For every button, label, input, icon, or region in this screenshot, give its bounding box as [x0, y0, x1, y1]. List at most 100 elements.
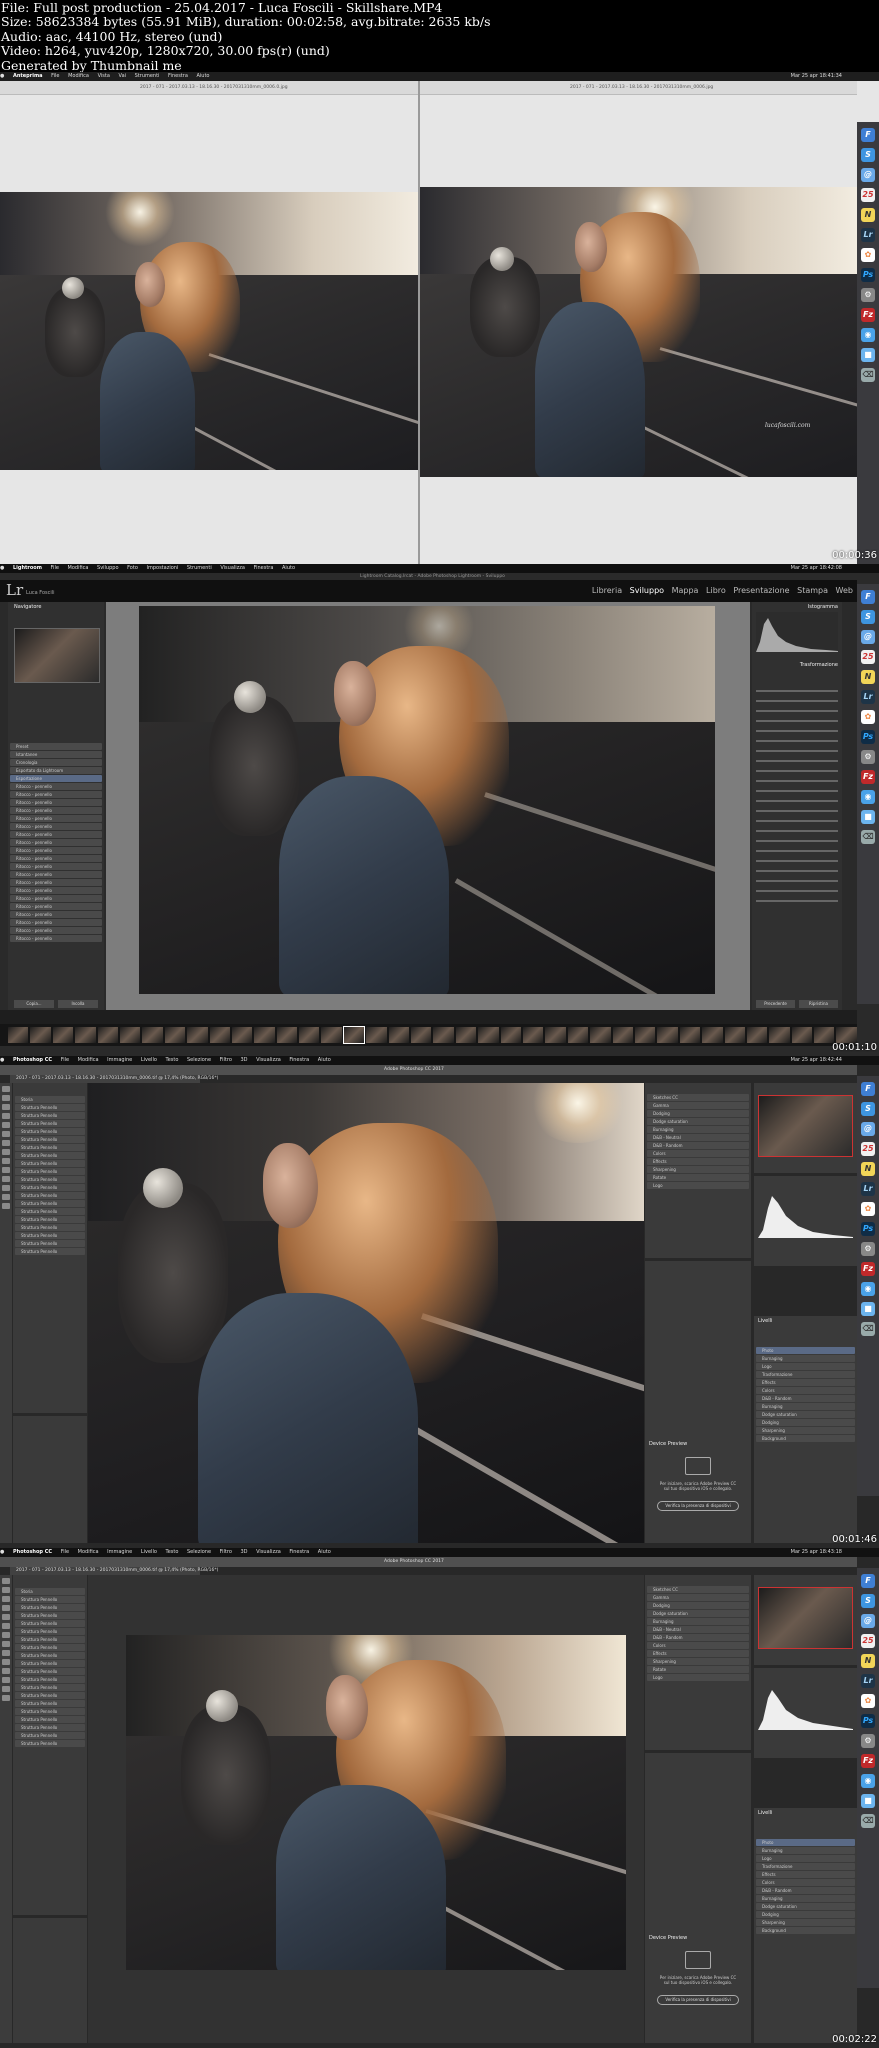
- layer-row[interactable]: Sharpening: [756, 1427, 855, 1434]
- layer-row[interactable]: Effects: [756, 1871, 855, 1878]
- history-step[interactable]: Struttura Pennello: [15, 1168, 85, 1175]
- slider-track[interactable]: [756, 810, 838, 812]
- pen-tool-icon[interactable]: [2, 1668, 10, 1674]
- slider-track[interactable]: [756, 770, 838, 772]
- filmstrip-thumbnail[interactable]: [187, 1027, 208, 1043]
- filmstrip-thumbnail[interactable]: [276, 1027, 298, 1043]
- copy-button[interactable]: Copia...: [14, 1000, 54, 1008]
- slider-track[interactable]: [756, 820, 838, 822]
- previous-button[interactable]: Precedente: [756, 1000, 795, 1008]
- history-step[interactable]: Ritocco - pennello: [10, 783, 102, 790]
- move-tool-icon[interactable]: [2, 1578, 10, 1584]
- settings-icon[interactable]: ⚙: [861, 1734, 875, 1748]
- module-web[interactable]: Web: [836, 586, 853, 595]
- apple-icon[interactable]: ●: [0, 1549, 4, 1555]
- layer-row[interactable]: Burnaging: [756, 1847, 855, 1854]
- history-step[interactable]: Struttura Pennello: [15, 1660, 85, 1667]
- action-item[interactable]: Logo: [647, 1674, 749, 1681]
- navigator-preview[interactable]: [758, 1095, 853, 1157]
- history-step[interactable]: Struttura Pennello: [15, 1192, 85, 1199]
- trash-icon[interactable]: ⌫: [861, 1322, 875, 1336]
- menu-tools[interactable]: Strumenti: [135, 73, 160, 79]
- menu-file[interactable]: File: [61, 1549, 69, 1555]
- filmstrip-thumbnail[interactable]: [342, 1026, 366, 1044]
- filmstrip-thumbnail[interactable]: [366, 1027, 387, 1043]
- history-step[interactable]: Struttura Pennello: [15, 1684, 85, 1691]
- layer-row[interactable]: Burnaging: [756, 1403, 855, 1410]
- move-tool-icon[interactable]: [2, 1086, 10, 1092]
- menu-view[interactable]: Visualizza: [220, 565, 245, 571]
- settings-icon[interactable]: ⚙: [861, 750, 875, 764]
- filezilla-icon[interactable]: Fz: [861, 770, 875, 784]
- dodge-tool-icon[interactable]: [2, 1167, 10, 1173]
- action-item[interactable]: Dodge saturation: [647, 1610, 749, 1617]
- history-step[interactable]: Ritocco - pennello: [10, 799, 102, 806]
- crop-tool-icon[interactable]: [2, 1113, 10, 1119]
- folder-icon[interactable]: ■: [861, 348, 875, 362]
- action-item[interactable]: Effects: [647, 1158, 749, 1165]
- menu-app[interactable]: Photoshop CC: [13, 1057, 52, 1063]
- module-map[interactable]: Mappa: [672, 586, 699, 595]
- filmstrip-thumbnail[interactable]: [433, 1027, 454, 1043]
- lasso-tool-icon[interactable]: [2, 1104, 10, 1110]
- menu-view[interactable]: Visualizza: [256, 1549, 281, 1555]
- photos-icon[interactable]: ✿: [861, 1694, 875, 1708]
- action-item[interactable]: D&B - Random: [647, 1142, 749, 1149]
- menu-develop[interactable]: Sviluppo: [97, 565, 119, 571]
- history-step[interactable]: Struttura Pennello: [15, 1184, 85, 1191]
- action-item[interactable]: Dodging: [647, 1110, 749, 1117]
- filmstrip-thumbnail[interactable]: [30, 1027, 51, 1043]
- action-item[interactable]: Colors: [647, 1150, 749, 1157]
- history-step[interactable]: Istantanee: [10, 751, 102, 758]
- filmstrip-thumbnail[interactable]: [321, 1027, 342, 1043]
- menu-go[interactable]: Vai: [119, 73, 127, 79]
- layer-row[interactable]: Background: [756, 1435, 855, 1442]
- menu-settings[interactable]: Impostazioni: [146, 565, 178, 571]
- history-step[interactable]: Struttura Pennello: [15, 1676, 85, 1683]
- safari-icon[interactable]: S: [861, 148, 875, 162]
- menu-select[interactable]: Selezione: [187, 1057, 211, 1063]
- layer-row[interactable]: Dodge saturation: [756, 1411, 855, 1418]
- layer-row[interactable]: Dodging: [756, 1419, 855, 1426]
- slider-track[interactable]: [756, 710, 838, 712]
- filmstrip-thumbnail[interactable]: [231, 1027, 253, 1043]
- filmstrip-thumbnail[interactable]: [142, 1027, 163, 1043]
- browser-icon[interactable]: ◉: [861, 328, 875, 342]
- trash-icon[interactable]: ⌫: [861, 830, 875, 844]
- document-tab[interactable]: 2017 - 071 - 2017.03.13 - 18.16.30 - 201…: [10, 1075, 218, 1083]
- slider-track[interactable]: [756, 750, 838, 752]
- slider-track[interactable]: [756, 850, 838, 852]
- develop-photo[interactable]: [139, 606, 715, 994]
- folder-icon[interactable]: ■: [861, 810, 875, 824]
- marquee-tool-icon[interactable]: [2, 1095, 10, 1101]
- navigator-preview[interactable]: [14, 628, 100, 683]
- action-item[interactable]: Colors: [647, 1642, 749, 1649]
- action-item[interactable]: Sketches CC: [647, 1586, 749, 1593]
- mail-icon[interactable]: @: [861, 1122, 875, 1136]
- history-step[interactable]: Struttura Pennello: [15, 1740, 85, 1747]
- filmstrip-thumbnail[interactable]: [299, 1027, 320, 1043]
- filmstrip-thumbnail[interactable]: [791, 1027, 813, 1043]
- menu-window[interactable]: Finestra: [254, 565, 274, 571]
- mail-icon[interactable]: @: [861, 1614, 875, 1628]
- module-library[interactable]: Libreria: [592, 586, 622, 595]
- action-item[interactable]: Sharpening: [647, 1166, 749, 1173]
- slider-track[interactable]: [756, 720, 838, 722]
- layer-row[interactable]: Effects: [756, 1379, 855, 1386]
- finder-icon[interactable]: F: [861, 128, 875, 142]
- history-step[interactable]: Ritocco - pennello: [10, 927, 102, 934]
- slider-track[interactable]: [756, 780, 838, 782]
- folder-icon[interactable]: ■: [861, 1302, 875, 1316]
- notes-icon[interactable]: N: [861, 208, 875, 222]
- menu-help[interactable]: Aiuto: [318, 1057, 331, 1063]
- pen-tool-icon[interactable]: [2, 1176, 10, 1182]
- filmstrip-thumbnail[interactable]: [97, 1027, 118, 1043]
- paste-button[interactable]: Incolla: [58, 1000, 98, 1008]
- menu-tools[interactable]: Strumenti: [187, 565, 212, 571]
- menu-help[interactable]: Aiuto: [282, 565, 295, 571]
- history-step[interactable]: Ritocco - pennello: [10, 903, 102, 910]
- navigator-preview[interactable]: [758, 1587, 853, 1649]
- history-step[interactable]: Struttura Pennello: [15, 1240, 85, 1247]
- slider-track[interactable]: [756, 730, 838, 732]
- menu-help[interactable]: Aiuto: [196, 73, 209, 79]
